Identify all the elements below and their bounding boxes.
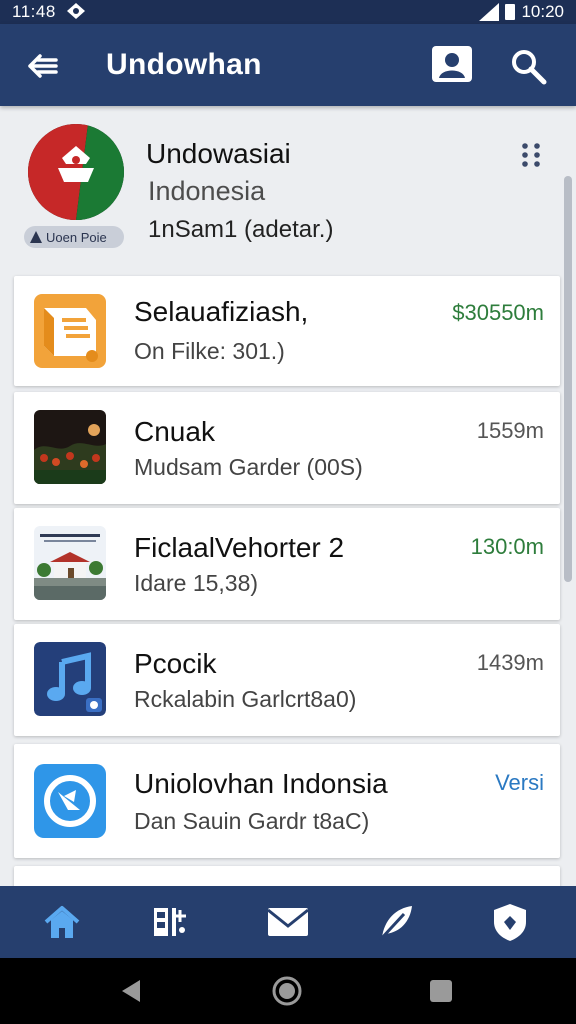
status-time: 11:48 (12, 2, 56, 21)
account-icon[interactable] (430, 44, 474, 84)
night-garden-photo (34, 410, 106, 484)
notification-icon (67, 3, 85, 19)
home-icon[interactable] (40, 900, 84, 944)
mail-icon[interactable] (266, 900, 310, 944)
list-item-subtitle: On Filke: 301.) (134, 338, 285, 364)
list-item-subtitle: Idare 15,38) (134, 570, 259, 596)
apps-icon[interactable] (148, 900, 192, 944)
list-item-title: Pcocik (134, 648, 217, 679)
app-bar: Undowhan (0, 24, 576, 106)
app-store-icon (34, 764, 106, 838)
battery-icon (505, 4, 516, 20)
more-options-icon[interactable] (518, 140, 544, 170)
profile-badge: Uoen Poie (24, 226, 124, 248)
shield-icon[interactable] (488, 900, 532, 944)
recents-nav-icon[interactable] (424, 974, 458, 1008)
back-nav-icon[interactable] (114, 974, 148, 1008)
profile-avatar[interactable] (28, 124, 124, 220)
list-item[interactable]: Pcocik Rckalabin Garlcrt8a0) 1439m (14, 624, 560, 736)
back-arrow-icon[interactable] (24, 48, 60, 84)
list-item-title: Selauafiziash, (134, 296, 309, 327)
music-note-icon (34, 642, 106, 716)
list-item-subtitle: Rckalabin Garlcrt8a0) (134, 686, 357, 712)
profile-subtitle: 1nSam1 (adetar.) (148, 216, 334, 243)
list-item-value: 130:0m (470, 534, 544, 559)
app-title: Undowhan (106, 48, 262, 81)
list-item-value: $30550m (452, 300, 544, 325)
feather-icon[interactable] (374, 900, 418, 944)
list-item-value: 1439m (476, 650, 544, 675)
search-icon[interactable] (508, 46, 548, 86)
list-item-title: Cnuak (134, 416, 215, 447)
list-item[interactable]: Uniolovhan Indonsia Dan Sauin Gardr t8aC… (14, 744, 560, 858)
list-item-value: Versi (495, 770, 544, 795)
home-nav-icon[interactable] (270, 974, 304, 1008)
list-item-title: Uniolovhan Indonsia (134, 768, 388, 799)
list-item-value: 1559m (476, 418, 544, 443)
bottom-nav (0, 886, 576, 958)
list-item[interactable]: FiclaalVehorter 2 Idare 15,38) 130:0m (14, 508, 560, 620)
list-item-title: FiclaalVehorter 2 (134, 532, 345, 563)
profile-badge-text: Uoen Poie (46, 229, 107, 245)
profile-header: Uoen Poie Undowasiai Indonesia 1nSam1 (a… (0, 110, 560, 270)
document-folder-icon (34, 294, 106, 368)
system-nav-bar (0, 958, 576, 1024)
list-item[interactable]: Selauafiziash, On Filke: 301.) $30550m (14, 276, 560, 386)
badge-icon (30, 231, 42, 243)
list-item-subtitle: Mudsam Garder (00S) (134, 454, 363, 480)
signal-icon (479, 3, 500, 21)
list-item[interactable]: Cnuak Mudsam Garder (00S) 1559m (14, 392, 560, 504)
scrollbar[interactable] (564, 176, 572, 582)
profile-name: Undowasiai (146, 138, 291, 169)
list-item-subtitle: Dan Sauin Gardr t8aC) (134, 808, 370, 834)
status-clock: 10:20 (521, 2, 564, 21)
house-photo (34, 526, 106, 600)
status-bar: 11:48 10:20 (0, 0, 576, 24)
profile-country: Indonesia (148, 176, 266, 206)
